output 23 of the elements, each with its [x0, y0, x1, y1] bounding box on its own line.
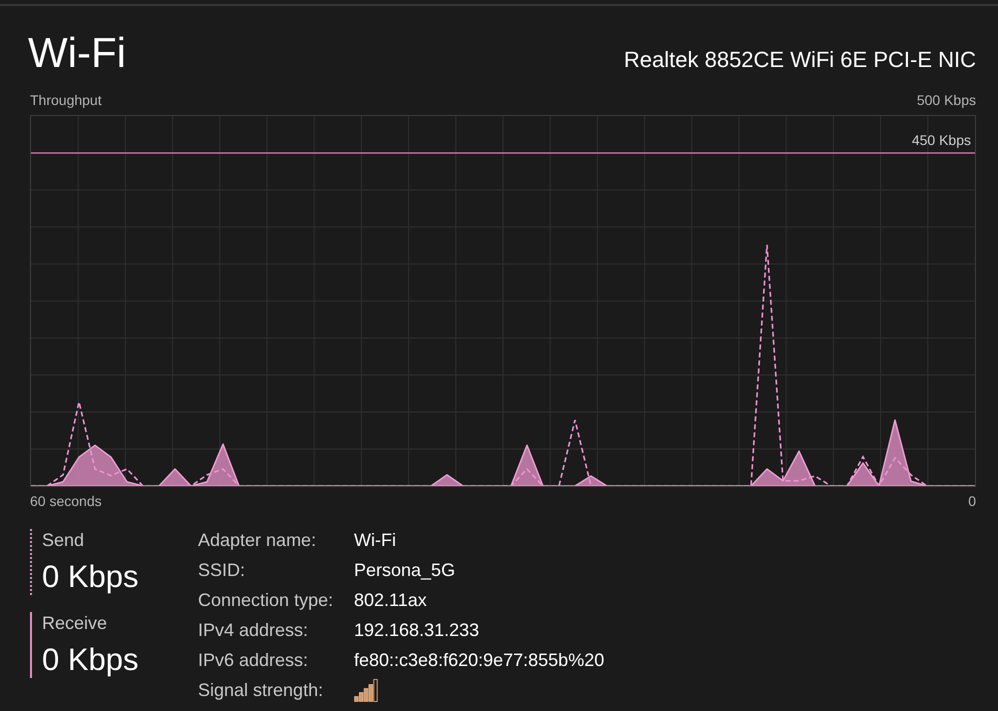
legend-value: 0 Kbps — [42, 559, 139, 595]
detail-label: IPv4 address: — [198, 619, 308, 641]
detail-value: 192.168.31.233 — [354, 619, 480, 641]
adapter-model: Realtek 8852CE WiFi 6E PCI-E NIC — [624, 46, 976, 74]
detail-value: 802.11ax — [354, 589, 427, 611]
scale-line-label: 450 Kbps — [912, 131, 971, 149]
time-start-label: 60 seconds — [30, 492, 102, 510]
detail-label: Connection type: — [198, 589, 334, 611]
detail-label: SSID: — [198, 559, 246, 581]
detail-value: Wi-Fi — [354, 529, 396, 551]
detail-label: Adapter name: — [198, 529, 316, 551]
detail-value: fe80::c3e8:f620:9e77:855b%20 — [354, 649, 604, 671]
window-title: Wi-Fi — [28, 28, 126, 78]
detail-value: Persona_5G — [354, 559, 456, 581]
time-end-label: 0 — [968, 492, 976, 510]
detail-label: Signal strength: — [198, 679, 324, 701]
graph-max-label: 500 Kbps — [916, 91, 976, 109]
detail-label: IPv6 address: — [198, 649, 308, 671]
signal-strength-icon — [354, 678, 378, 702]
graph-title: Throughput — [30, 91, 102, 109]
legend-value: 0 Kbps — [42, 642, 139, 678]
legend-label: Receive — [42, 612, 108, 634]
legend-label: Send — [42, 529, 84, 551]
